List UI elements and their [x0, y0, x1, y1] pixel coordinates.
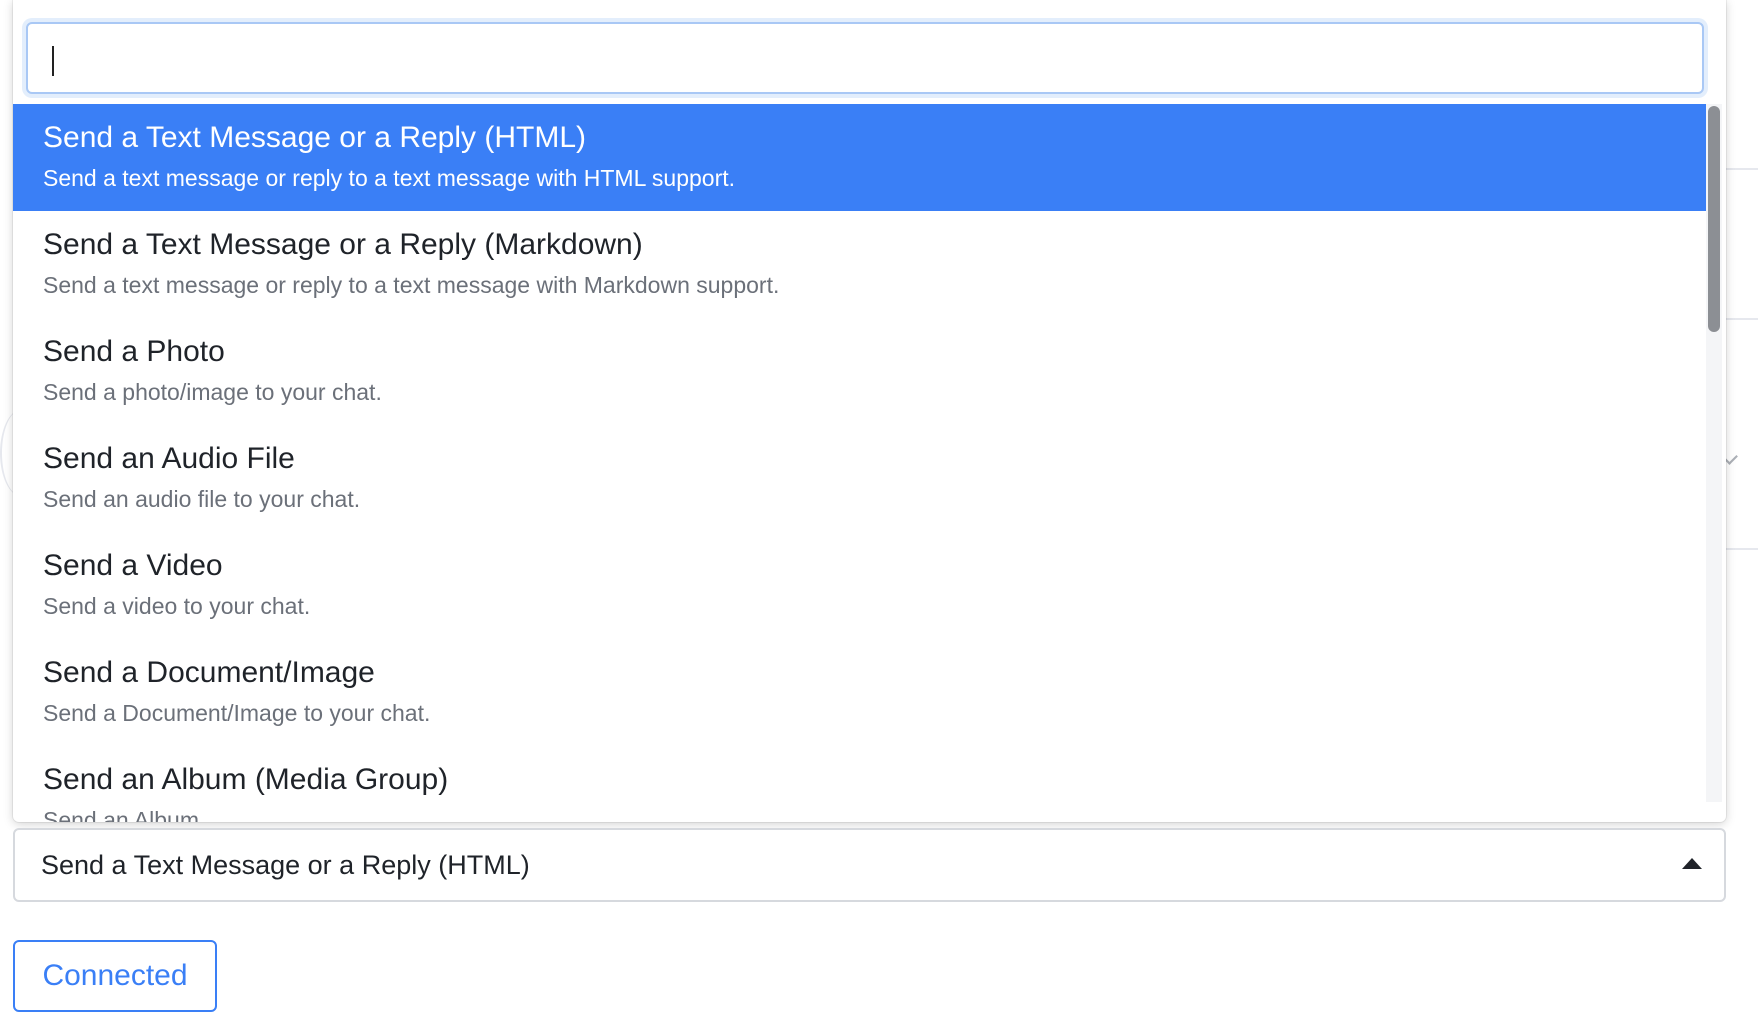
connected-button[interactable]: Connected	[13, 940, 217, 1012]
option-title: Send a Video	[43, 549, 223, 582]
select-current-value: Send a Text Message or a Reply (HTML)	[41, 850, 530, 880]
search-input[interactable]	[28, 24, 1702, 92]
option-title: Send a Text Message or a Reply (HTML)	[43, 121, 587, 154]
option-description: Send a photo/image to your chat.	[43, 379, 382, 405]
option-description: Send an audio file to your chat.	[43, 486, 361, 512]
option-item[interactable]: Send a Video Send a video to your chat.	[13, 532, 1706, 639]
caret-up-icon	[1682, 858, 1702, 869]
option-title: Send an Audio File	[43, 442, 295, 475]
option-description: Send a text message or reply to a text m…	[43, 272, 780, 298]
option-title: Send a Photo	[43, 335, 225, 368]
option-item[interactable]: Send a Text Message or a Reply (Markdown…	[13, 211, 1706, 318]
option-item[interactable]: Send an Album (Media Group) Send an Album	[13, 746, 1706, 822]
app-stage: Send a Text Message or a Reply (HTML) Sen…	[0, 0, 1758, 1024]
option-description: Send an Album	[43, 807, 200, 822]
options-list: Send a Text Message or a Reply (HTML) Sen…	[13, 104, 1706, 822]
option-item[interactable]: Send an Audio File Send an audio file to …	[13, 425, 1706, 532]
scrollbar[interactable]	[1706, 104, 1722, 802]
text-cursor	[52, 46, 54, 76]
action-dropdown-menu: Send a Text Message or a Reply (HTML) Sen…	[13, 0, 1726, 822]
action-select[interactable]: Send a Text Message or a Reply (HTML)	[13, 828, 1726, 902]
option-title: Send a Text Message or a Reply (Markdown…	[43, 228, 643, 261]
option-title: Send a Document/Image	[43, 656, 375, 689]
option-item[interactable]: Send a Document/Image Send a Document/Ima…	[13, 639, 1706, 746]
option-description: Send a text message or reply to a text m…	[43, 165, 736, 191]
search-field[interactable]	[26, 22, 1704, 94]
scrollbar-thumb[interactable]	[1708, 106, 1720, 332]
option-item[interactable]: Send a Photo Send a photo/image to your c…	[13, 318, 1706, 425]
option-item[interactable]: Send a Text Message or a Reply (HTML) Sen…	[13, 104, 1706, 211]
option-description: Send a Document/Image to your chat.	[43, 700, 431, 726]
option-description: Send a video to your chat.	[43, 593, 311, 619]
option-title: Send an Album (Media Group)	[43, 763, 449, 796]
